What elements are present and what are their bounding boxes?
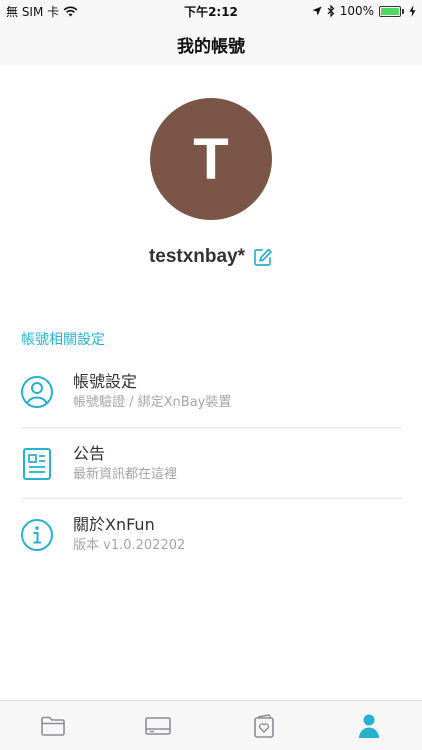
info-icon	[19, 517, 55, 553]
menu-item-account-settings[interactable]: 帳號設定 帳號驗證 / 綁定XnBay裝置	[0, 356, 422, 427]
avatar-letter: T	[193, 126, 229, 192]
carrier-label: 無 SIM 卡	[6, 4, 60, 19]
menu-text: 關於XnFun 版本 v1.0.202202	[73, 514, 185, 556]
status-left: 無 SIM 卡	[6, 3, 211, 20]
tab-bar	[0, 700, 422, 750]
battery-icon	[379, 5, 404, 17]
status-right: 100%	[211, 4, 416, 18]
tab-device[interactable]	[106, 701, 212, 750]
tab-profile[interactable]	[317, 701, 422, 750]
menu-text: 公告 最新資訊都在這裡	[73, 443, 177, 485]
wifi-icon	[63, 6, 78, 16]
menu-item-subtitle: 版本 v1.0.202202	[73, 537, 186, 553]
username-row: testxnbay*	[0, 246, 422, 268]
menu-item-subtitle: 帳號驗證 / 綁定XnBay裝置	[73, 394, 232, 410]
menu-item-title: 帳號設定	[73, 371, 138, 391]
tab-favorites[interactable]	[211, 701, 317, 750]
section-title: 帳號相關設定	[21, 332, 105, 348]
nav-bar: 我的帳號	[0, 22, 422, 66]
menu-item-title: 關於XnFun	[73, 514, 155, 534]
news-icon	[19, 446, 55, 482]
profile-icon	[359, 714, 380, 738]
tab-folder[interactable]	[0, 701, 106, 750]
menu-item-title: 公告	[73, 443, 106, 463]
charging-icon	[409, 5, 416, 17]
menu-text: 帳號設定 帳號驗證 / 綁定XnBay裝置	[73, 371, 231, 413]
edit-icon[interactable]	[253, 247, 273, 267]
device-icon	[145, 716, 172, 735]
username: testxnbay*	[148, 246, 246, 267]
favorites-icon	[253, 713, 274, 738]
page-title: 我的帳號	[177, 36, 245, 57]
battery-percent: 100%	[339, 4, 374, 18]
menu-item-announcements[interactable]: 公告 最新資訊都在這裡	[0, 428, 422, 499]
folder-icon	[40, 716, 65, 736]
avatar: T	[150, 98, 272, 220]
status-bar: 無 SIM 卡 下午2:12 100%	[0, 0, 422, 22]
menu-item-subtitle: 最新資訊都在這裡	[73, 466, 178, 482]
bluetooth-icon	[327, 5, 335, 17]
user-circle-icon	[19, 374, 55, 410]
menu-item-about[interactable]: 關於XnFun 版本 v1.0.202202	[0, 499, 422, 570]
location-icon	[312, 6, 322, 16]
